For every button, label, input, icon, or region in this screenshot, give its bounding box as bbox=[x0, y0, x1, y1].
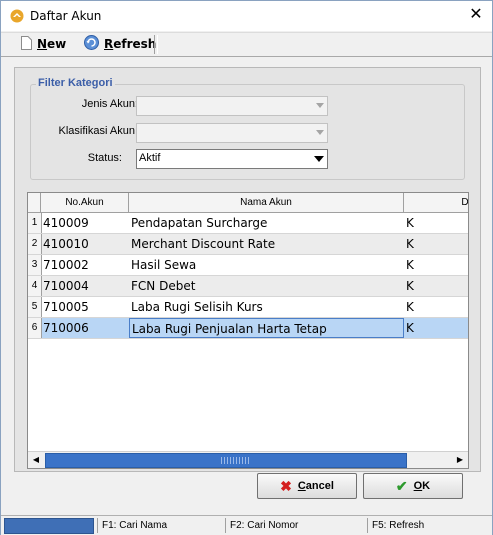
filter-legend: Filter Kategori bbox=[36, 77, 115, 89]
close-button[interactable]: ✕ bbox=[460, 1, 492, 31]
cancel-label: Cancel bbox=[297, 480, 334, 492]
toolbar-separator bbox=[154, 35, 158, 54]
cell-no-akun: 410009 bbox=[43, 216, 89, 230]
table-row[interactable]: 1 410009 Pendapatan Surcharge K bbox=[28, 213, 468, 234]
chevron-down-icon bbox=[314, 156, 324, 162]
checkmark-icon: ✔ bbox=[395, 477, 408, 494]
refresh-label: Refresh bbox=[104, 37, 157, 51]
status-progress-panel bbox=[4, 518, 94, 534]
cell-no-akun: 710004 bbox=[43, 279, 89, 293]
main-panel: Filter Kategori Jenis Akun: Klasifikasi … bbox=[14, 67, 481, 472]
refresh-icon bbox=[84, 35, 99, 53]
status-f1-hint: F1: Cari Nama bbox=[97, 518, 220, 533]
cell-dk: K bbox=[406, 279, 414, 293]
cell-dk: K bbox=[406, 216, 414, 230]
close-icon: ✕ bbox=[469, 6, 483, 23]
scroll-left-button[interactable]: ◀ bbox=[28, 452, 44, 468]
header-nama-akun[interactable]: Nama Akun bbox=[129, 193, 404, 212]
cell-dk: K bbox=[406, 321, 414, 335]
cell-no-akun: 710002 bbox=[43, 258, 89, 272]
cancel-button[interactable]: ✖ Cancel bbox=[257, 473, 357, 499]
row-number: 3 bbox=[28, 255, 42, 275]
grid-header: No.Akun Nama Akun D/K bbox=[28, 193, 468, 213]
status-f2-hint: F2: Cari Nomor bbox=[225, 518, 362, 533]
new-button[interactable]: New bbox=[21, 35, 66, 53]
filter-group: Filter Kategori Jenis Akun: Klasifikasi … bbox=[30, 77, 465, 180]
cell-dk: K bbox=[406, 258, 414, 272]
status-f5-hint: F5: Refresh bbox=[367, 518, 490, 533]
row-number: 4 bbox=[28, 276, 42, 296]
scroll-thumb[interactable] bbox=[45, 453, 407, 468]
jenis-akun-label: Jenis Akun: bbox=[81, 98, 138, 110]
app-icon bbox=[10, 9, 24, 23]
window: Daftar Akun ✕ New Refresh Filter Kategor… bbox=[0, 0, 493, 535]
cell-dk: K bbox=[406, 300, 414, 314]
header-no-akun[interactable]: No.Akun bbox=[41, 193, 129, 212]
cell-no-akun: 710005 bbox=[43, 300, 89, 314]
cell-nama-akun: Hasil Sewa bbox=[131, 258, 197, 272]
status-value: Aktif bbox=[139, 152, 161, 164]
table-row[interactable]: 2 410010 Merchant Discount Rate K bbox=[28, 234, 468, 255]
cell-nama-akun-focused: Laba Rugi Penjualan Harta Tetap bbox=[129, 318, 404, 338]
new-document-icon bbox=[21, 35, 32, 53]
cell-no-akun: 410010 bbox=[43, 237, 89, 251]
window-title: Daftar Akun bbox=[30, 9, 102, 23]
new-label: New bbox=[37, 37, 67, 51]
status-bar: F1: Cari Nama F2: Cari Nomor F5: Refresh bbox=[1, 515, 492, 535]
jenis-akun-select[interactable] bbox=[136, 96, 328, 116]
ok-label: OK bbox=[413, 480, 431, 492]
status-select[interactable]: Aktif bbox=[136, 149, 328, 169]
toolbar: New Refresh bbox=[1, 32, 492, 57]
accounts-grid[interactable]: No.Akun Nama Akun D/K 1 410009 Pendapata… bbox=[27, 192, 469, 469]
ok-button[interactable]: ✔ OK bbox=[363, 473, 463, 499]
cell-nama-akun: Laba Rugi Selisih Kurs bbox=[131, 300, 263, 314]
refresh-button[interactable]: Refresh bbox=[84, 35, 156, 53]
klasifikasi-akun-select[interactable] bbox=[136, 123, 328, 143]
cell-nama-akun: Pendapatan Surcharge bbox=[131, 216, 268, 230]
grip-icon bbox=[221, 457, 251, 464]
table-row[interactable]: 5 710005 Laba Rugi Selisih Kurs K bbox=[28, 297, 468, 318]
row-number: 1 bbox=[28, 213, 42, 233]
status-label: Status: bbox=[87, 152, 122, 164]
chevron-down-icon bbox=[316, 103, 324, 108]
cell-dk: K bbox=[406, 237, 414, 251]
header-corner bbox=[28, 193, 41, 212]
table-row[interactable]: 4 710004 FCN Debet K bbox=[28, 276, 468, 297]
title-bar: Daftar Akun ✕ bbox=[1, 1, 492, 31]
row-number: 2 bbox=[28, 234, 42, 254]
header-dk[interactable]: D/K bbox=[404, 193, 468, 212]
table-row[interactable]: 3 710002 Hasil Sewa K bbox=[28, 255, 468, 276]
cell-nama-akun: Merchant Discount Rate bbox=[131, 237, 276, 251]
row-number: 6 bbox=[28, 318, 42, 338]
chevron-down-icon bbox=[316, 130, 324, 135]
klasifikasi-akun-label: Klasifikasi Akun: bbox=[58, 125, 138, 137]
row-number: 5 bbox=[28, 297, 42, 317]
table-row-selected[interactable]: 6 710006 Laba Rugi Penjualan Harta Tetap… bbox=[28, 318, 468, 339]
horizontal-scrollbar[interactable]: ◀ ▶ bbox=[28, 451, 468, 468]
cell-nama-akun: FCN Debet bbox=[131, 279, 196, 293]
cancel-x-icon: ✖ bbox=[280, 477, 292, 494]
scroll-right-button[interactable]: ▶ bbox=[452, 452, 468, 468]
cell-no-akun: 710006 bbox=[43, 321, 89, 335]
